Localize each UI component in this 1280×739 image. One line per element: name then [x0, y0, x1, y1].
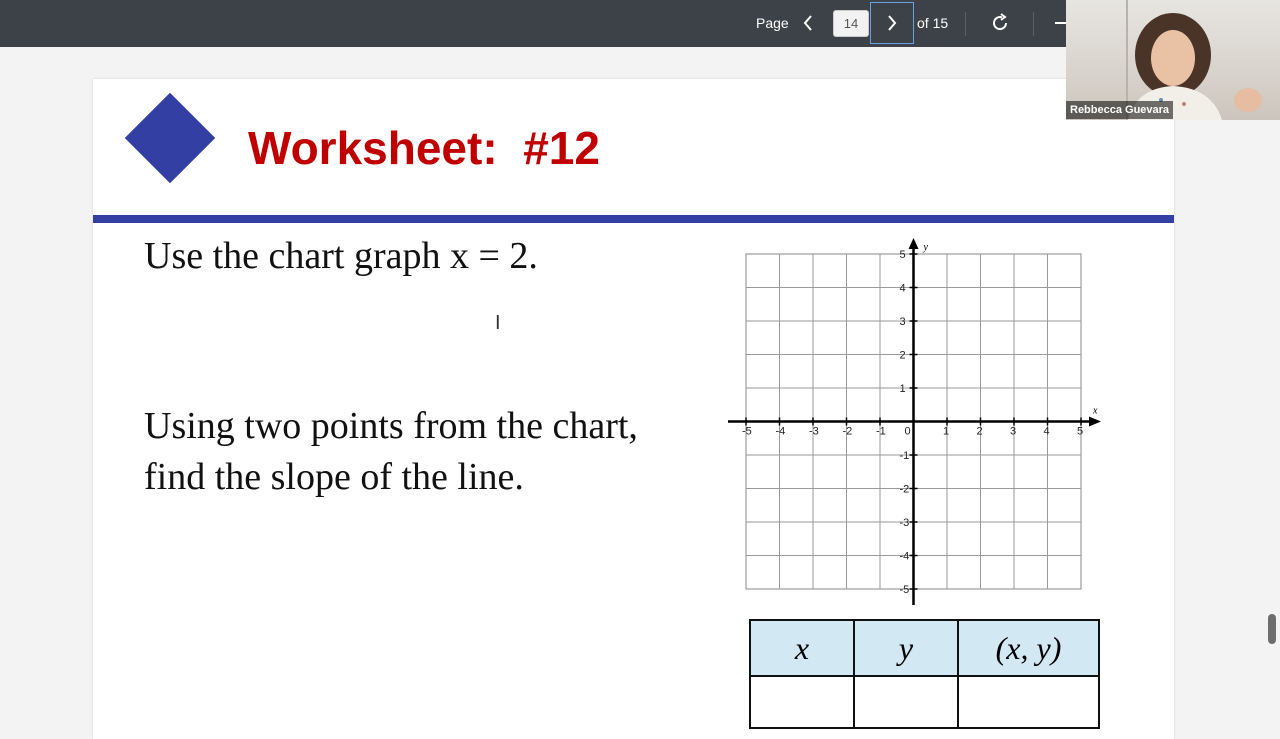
- coordinate-grid: x y 0 -5 -4 -3 -2 -1 1 2 3 4 5 5 4 3 2 1 -1 -2 -3 -4 -5: [728, 238, 1101, 605]
- table-header-x: x: [749, 619, 855, 677]
- x-tick-label: 1: [943, 426, 949, 438]
- table-cell: [957, 675, 1100, 729]
- slide-title: Worksheet: #12: [248, 122, 600, 174]
- slide-page: Worksheet: #12 Use the chart graph x = 2…: [93, 79, 1174, 739]
- x-tick-label: -3: [809, 426, 819, 438]
- y-tick-label: -2: [900, 484, 910, 496]
- participant-name-label: Rebbecca Guevara: [1066, 101, 1174, 119]
- page-number-input[interactable]: 14: [833, 10, 869, 37]
- y-tick-label: 2: [900, 350, 906, 362]
- x-tick-label: -5: [742, 426, 752, 438]
- table-header-xy: (x, y): [957, 619, 1100, 677]
- table-cell: [749, 675, 855, 729]
- y-tick-label: 5: [900, 249, 906, 261]
- page-count-label: of 15: [917, 15, 949, 31]
- rotate-icon: [993, 13, 1008, 31]
- y-axis-label: y: [923, 242, 929, 253]
- table-header-y: y: [853, 619, 959, 677]
- y-axis-arrow: [908, 238, 919, 249]
- previous-page-button[interactable]: [786, 2, 830, 44]
- x-axis-label: x: [1092, 406, 1098, 417]
- x-tick-label: 4: [1044, 426, 1050, 438]
- rotate-button[interactable]: [978, 2, 1022, 44]
- y-tick-label: -3: [900, 517, 910, 529]
- origin-label: 0: [905, 426, 911, 438]
- table-header-row: x y (x, y): [749, 619, 1100, 677]
- x-tick-label: 5: [1077, 426, 1083, 438]
- x-axis-arrow: [1089, 416, 1101, 427]
- diamond-logo: [124, 92, 216, 184]
- x-tick-label: 3: [1010, 426, 1016, 438]
- text-cursor-icon: I: [495, 312, 501, 334]
- x-tick-label: -4: [776, 426, 786, 438]
- xy-table: x y (x, y): [749, 619, 1100, 729]
- x-tick-label: -1: [876, 426, 886, 438]
- x-tick-label: -2: [843, 426, 853, 438]
- next-page-button[interactable]: [870, 2, 914, 44]
- y-tick-label: -5: [900, 584, 910, 596]
- y-tick-label: 4: [900, 283, 906, 295]
- scrollbar-thumb[interactable]: [1268, 614, 1276, 644]
- y-tick-label: -1: [900, 450, 910, 462]
- y-tick-label: -4: [900, 551, 910, 563]
- toolbar-divider: [965, 12, 966, 36]
- table-row: [749, 675, 1100, 729]
- chevron-left-icon: [803, 15, 812, 31]
- x-tick-label: 2: [977, 426, 983, 438]
- y-tick-label: 1: [900, 383, 906, 395]
- page-label: Page: [756, 15, 789, 31]
- chevron-right-icon: [888, 15, 897, 31]
- title-divider: [93, 215, 1174, 223]
- question-2-text: Using two points from the chart, find th…: [144, 405, 638, 498]
- toolbar-divider: [1033, 12, 1034, 36]
- question-1-text: Use the chart graph x = 2.: [144, 235, 538, 277]
- y-tick-label: 3: [900, 316, 906, 328]
- table-cell: [853, 675, 959, 729]
